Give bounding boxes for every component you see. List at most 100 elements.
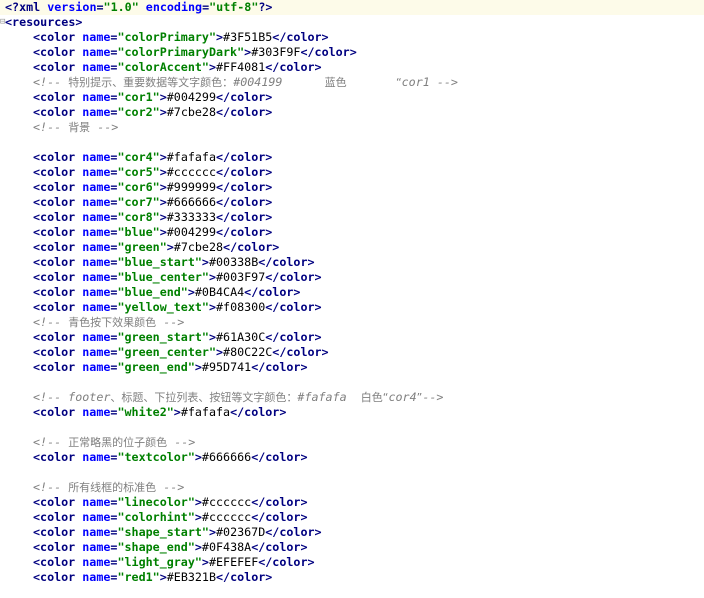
color-close-tag: </color> — [265, 525, 322, 539]
color-open-tag: <color — [33, 495, 83, 509]
comment-line[interactable]: <!-- 正常略黑的位子颜色 --> — [0, 435, 704, 450]
color-open-tag: <color — [33, 525, 83, 539]
color-close-tag: </color> — [265, 330, 322, 344]
color-entry-line[interactable]: <color name="red1">#EB321B</color> — [0, 570, 704, 585]
color-entry-line[interactable]: <color name="textcolor">#666666</color> — [0, 450, 704, 465]
color-entry-line[interactable]: <color name="yellow_text">#f08300</color… — [0, 300, 704, 315]
color-entry-line[interactable]: <color name="shape_end">#0F438A</color> — [0, 540, 704, 555]
color-entry-line[interactable]: <color name="cor7">#666666</color> — [0, 195, 704, 210]
color-name-value: "colorAccent" — [117, 60, 209, 74]
name-attribute: name — [82, 195, 111, 209]
color-entry-line[interactable]: <color name="blue_center">#003F97</color… — [0, 270, 704, 285]
color-open-tag: <color — [33, 570, 83, 584]
color-close-tag: </color> — [216, 195, 273, 209]
color-name-value: "cor6" — [117, 180, 160, 194]
color-entry-line[interactable]: <color name="green_start">#61A30C</color… — [0, 330, 704, 345]
color-open-tag: <color — [33, 210, 83, 224]
comment-line[interactable]: <!-- 青色按下效果颜色 --> — [0, 315, 704, 330]
code-editor[interactable]: <?xml version="1.0" encoding="utf-8"?> ⊟… — [0, 0, 704, 598]
color-close-tag: </color> — [272, 345, 329, 359]
tag-end: > — [194, 540, 202, 554]
color-entry-line[interactable]: <color name="cor1">#004299</color> — [0, 90, 704, 105]
color-entry-line[interactable]: <color name="shape_start">#02367D</color… — [0, 525, 704, 540]
comment-line[interactable]: <!-- footer、标题、下拉列表、按钮等文字颜色：#fafafa 白色“c… — [0, 390, 704, 405]
fold-icon[interactable]: ⊟ — [0, 18, 5, 27]
tag-end: > — [194, 450, 202, 464]
color-entry-line[interactable]: <color name="colorhint">#cccccc</color> — [0, 510, 704, 525]
color-open-tag: <color — [33, 270, 83, 284]
color-entry-line[interactable]: <color name="linecolor">#cccccc</color> — [0, 495, 704, 510]
name-attribute: name — [82, 450, 111, 464]
color-hex-value: #003F97 — [216, 270, 266, 284]
color-name-value: "cor5" — [117, 165, 160, 179]
tag-end: > — [159, 150, 167, 164]
name-attribute: name — [82, 60, 111, 74]
color-name-value: "white2" — [117, 405, 174, 419]
color-entry-line[interactable]: <color name="cor8">#333333</color> — [0, 210, 704, 225]
color-close-tag: </color> — [216, 90, 273, 104]
tag-end: > — [159, 195, 167, 209]
tag-end: > — [215, 30, 224, 44]
color-entry-line[interactable]: <color name="cor6">#999999</color> — [0, 180, 704, 195]
comment-text: <!-- 青色按下效果颜色 --> — [33, 315, 184, 329]
color-hex-value: #95D741 — [201, 360, 252, 374]
color-entry-line[interactable]: <color name="cor2">#7cbe28</color> — [0, 105, 704, 120]
color-open-tag: <color — [33, 450, 83, 464]
color-name-value: "cor2" — [117, 105, 160, 119]
color-close-tag: </color> — [265, 60, 322, 74]
color-close-tag: </color> — [216, 225, 273, 239]
comment-segment: 特别提示、重要数据等文字颜色： — [68, 76, 234, 89]
color-entry-line[interactable]: <color name="colorAccent">#FF4081</color… — [0, 60, 704, 75]
name-attribute: name — [82, 285, 111, 299]
comment-segment: 青色按下效果颜色 — [68, 316, 157, 329]
comment-segment: <!-- — [33, 75, 69, 89]
color-hex-value: #cccccc — [201, 495, 252, 509]
comment-segment — [347, 75, 396, 89]
color-close-tag: </color> — [251, 360, 308, 374]
xml-prolog-line[interactable]: <?xml version="1.0" encoding="utf-8"?> — [0, 0, 704, 15]
color-close-tag: </color> — [251, 495, 308, 509]
name-attribute: name — [82, 150, 111, 164]
comment-segment: <!-- — [33, 435, 69, 449]
color-name-value: "cor4" — [117, 150, 160, 164]
prolog-version-value: "1.0" — [103, 0, 139, 14]
tag-end: > — [194, 510, 202, 524]
color-close-tag: </color> — [216, 180, 273, 194]
color-entry-line[interactable]: <color name="blue">#004299</color> — [0, 225, 704, 240]
color-entry-line[interactable]: <color name="colorPrimaryDark">#303F9F</… — [0, 45, 704, 60]
color-hex-value: #61A30C — [216, 330, 266, 344]
color-open-tag: <color — [33, 180, 83, 194]
color-name-value: "green" — [117, 240, 167, 254]
resources-open-line[interactable]: ⊟ <resources> — [0, 15, 704, 30]
tag-end: > — [159, 165, 167, 179]
comment-line[interactable]: <!-- 所有线框的标准色 --> — [0, 480, 704, 495]
color-open-tag: <color — [33, 45, 83, 59]
tag-end: > — [159, 225, 167, 239]
color-entry-line[interactable]: <color name="light_gray">#EFEFEF</color> — [0, 555, 704, 570]
tag-end: > — [208, 270, 216, 284]
color-close-tag: </color> — [216, 150, 273, 164]
color-open-tag: <color — [33, 540, 83, 554]
color-entry-line[interactable]: <color name="colorPrimary">#3F51B5</colo… — [0, 30, 704, 45]
comment-line[interactable]: <!-- 背景 --> — [0, 120, 704, 135]
color-hex-value: #cccccc — [201, 510, 252, 524]
color-entry-line[interactable]: <color name="green_center">#80C22C</colo… — [0, 345, 704, 360]
color-entry-line[interactable]: <color name="blue_start">#00338B</color> — [0, 255, 704, 270]
color-entry-line[interactable]: <color name="cor5">#cccccc</color> — [0, 165, 704, 180]
color-name-value: "shape_end" — [117, 540, 195, 554]
tag-end: > — [201, 555, 209, 569]
code-lines: <?xml version="1.0" encoding="utf-8"?> ⊟… — [0, 0, 704, 585]
color-entry-line[interactable]: <color name="white2">#fafafa</color> — [0, 405, 704, 420]
color-close-tag: </color> — [251, 540, 308, 554]
tag-end: > — [208, 60, 216, 74]
name-attribute: name — [82, 555, 111, 569]
color-entry-line[interactable]: <color name="cor4">#fafafa</color> — [0, 150, 704, 165]
color-entry-line[interactable]: <color name="blue_end">#0B4CA4</color> — [0, 285, 704, 300]
color-entry-line[interactable]: <color name="green_end">#95D741</color> — [0, 360, 704, 375]
color-hex-value: #EB321B — [166, 570, 217, 584]
comment-line[interactable]: <!-- 特别提示、重要数据等文字颜色：#004199 蓝色 “cor1 --> — [0, 75, 704, 90]
color-entry-line[interactable]: <color name="green">#7cbe28</color> — [0, 240, 704, 255]
resources-open-tag: <resources> — [5, 15, 83, 29]
name-attribute: name — [82, 105, 111, 119]
color-name-value: "cor7" — [117, 195, 160, 209]
